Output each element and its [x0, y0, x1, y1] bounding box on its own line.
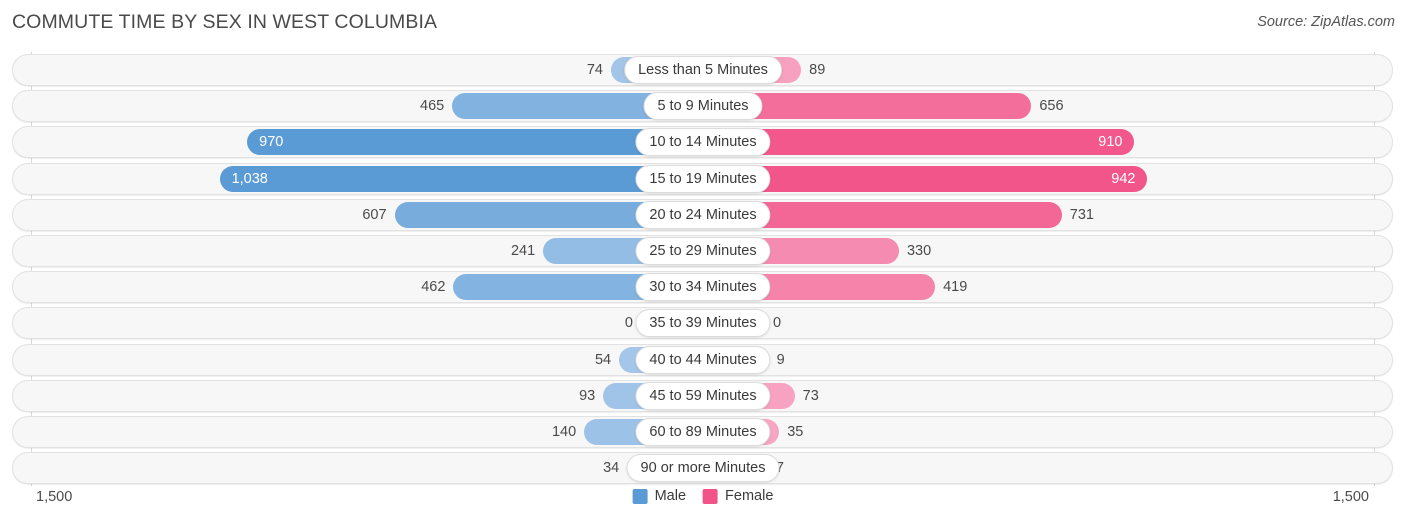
value-label-male: 140	[551, 424, 577, 440]
category-label: 40 to 44 Minutes	[635, 345, 771, 374]
category-label: Less than 5 Minutes	[624, 56, 782, 84]
value-label-female: 656	[1039, 98, 1064, 115]
value-label-male: 0	[624, 315, 633, 332]
value-label-female: 0	[773, 315, 782, 332]
chart-row[interactable]: 54 9 40 to 44 Minutes	[0, 342, 1406, 378]
chart-row[interactable]: 607 731 20 to 24 Minutes	[0, 197, 1406, 233]
legend-item-male[interactable]: Male	[632, 488, 687, 504]
category-label: 45 to 59 Minutes	[635, 381, 771, 410]
chart-row[interactable]: 93 73 45 to 59 Minutes	[0, 378, 1406, 414]
commute-time-diverging-bar-chart: COMMUTE TIME BY SEX IN WEST COLUMBIA Sou…	[0, 0, 1406, 523]
value-label-male: 462	[421, 279, 446, 296]
value-label-female: 731	[1069, 206, 1094, 223]
category-label: 90 or more Minutes	[626, 454, 780, 483]
source-attribution: Source: ZipAtlas.com	[1257, 14, 1395, 30]
value-label-male: 93	[579, 387, 596, 404]
value-label-female: 942	[1111, 170, 1136, 187]
value-label-male: 34	[603, 460, 620, 477]
category-label: 30 to 34 Minutes	[635, 273, 771, 302]
value-label-male: 1,038	[231, 170, 268, 187]
legend-label-male: Male	[654, 488, 687, 504]
category-label: 10 to 14 Minutes	[635, 128, 771, 157]
value-label-male: 241	[510, 243, 536, 259]
value-label-female: 330	[906, 243, 932, 259]
axis-label-left-max: 1,500	[36, 489, 73, 505]
chart-row[interactable]: 970 910 10 to 14 Minutes	[0, 124, 1406, 160]
legend-item-female[interactable]: Female	[703, 488, 773, 504]
chart-row[interactable]: 241 330 25 to 29 Minutes	[0, 233, 1406, 269]
value-label-female: 9	[776, 351, 785, 368]
chart-row[interactable]: 34 7 90 or more Minutes	[0, 450, 1406, 486]
value-label-female: 89	[809, 62, 826, 78]
value-label-male: 74	[586, 62, 603, 78]
chart-legend: Male Female	[632, 488, 773, 504]
axis-label-right-max: 1,500	[1332, 489, 1369, 505]
page-title: COMMUTE TIME BY SEX IN WEST COLUMBIA	[12, 11, 438, 33]
legend-swatch-female-icon	[703, 488, 719, 504]
chart-row[interactable]: 74 89 Less than 5 Minutes	[0, 52, 1406, 88]
chart-row[interactable]: 0 0 35 to 39 Minutes	[0, 305, 1406, 341]
value-label-female: 419	[943, 279, 968, 296]
category-label: 15 to 19 Minutes	[635, 164, 771, 193]
legend-label-female: Female	[725, 488, 774, 504]
chart-row[interactable]: 462 419 30 to 34 Minutes	[0, 269, 1406, 305]
legend-swatch-male-icon	[632, 488, 648, 504]
category-label: 60 to 89 Minutes	[635, 418, 771, 446]
category-label: 25 to 29 Minutes	[635, 237, 771, 265]
value-label-male: 54	[594, 351, 612, 368]
value-label-female: 35	[787, 424, 804, 440]
plot-area: 74 89 Less than 5 Minutes 465 656 5 to 9 Minu…	[0, 52, 1406, 486]
value-label-female: 73	[802, 387, 819, 404]
value-label-male: 465	[420, 98, 445, 115]
value-label-male: 970	[259, 134, 284, 151]
category-label: 20 to 24 Minutes	[635, 200, 771, 229]
bar-male[interactable]	[219, 165, 703, 192]
category-label: 5 to 9 Minutes	[643, 92, 763, 121]
chart-row[interactable]: 140 35 60 to 89 Minutes	[0, 414, 1406, 450]
chart-row[interactable]: 465 656 5 to 9 Minutes	[0, 88, 1406, 124]
value-label-male: 607	[362, 206, 387, 223]
value-label-female: 910	[1098, 134, 1123, 151]
category-label: 35 to 39 Minutes	[635, 309, 771, 338]
chart-row[interactable]: 1,038 942 15 to 19 Minutes	[0, 161, 1406, 197]
